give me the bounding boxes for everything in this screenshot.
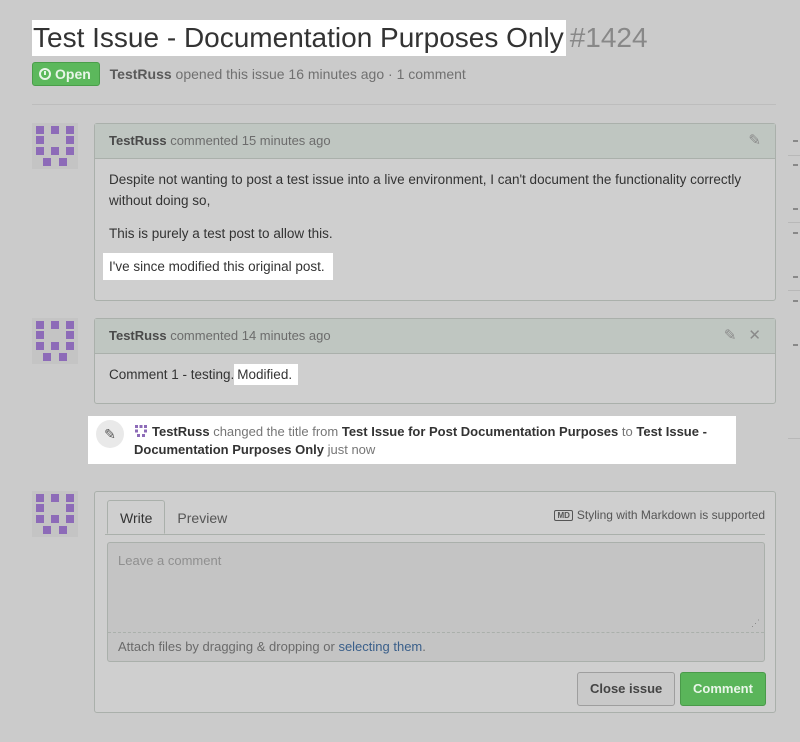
event-action: changed the title from [213, 424, 339, 439]
close-issue-button[interactable]: Close issue [577, 672, 676, 706]
tab-divider [105, 534, 765, 535]
resize-grip-icon[interactable]: ⋰ [751, 618, 760, 629]
delete-x-icon[interactable]: ✕ [748, 327, 761, 344]
avatar[interactable] [32, 318, 78, 364]
markdown-icon: MD [554, 510, 573, 521]
header-divider [32, 104, 776, 105]
status-label: Open [55, 66, 91, 82]
issue-title-row: Test Issue - Documentation Purposes Only… [32, 20, 648, 56]
comment-timestamp[interactable]: commented 14 minutes ago [170, 328, 330, 343]
sidebar-divider [788, 155, 800, 156]
avatar[interactable] [32, 123, 78, 169]
attach-text: Attach files by dragging & dropping or [118, 639, 335, 654]
comment-paragraph-highlighted: I've since modified this original post. [103, 253, 333, 280]
markdown-note-text: Styling with Markdown is supported [576, 508, 765, 522]
issue-title: Test Issue - Documentation Purposes Only [32, 20, 566, 56]
mini-identicon-icon [135, 425, 147, 437]
sidebar-edge [788, 104, 800, 524]
status-badge: Open [32, 62, 100, 86]
edit-pencil-icon[interactable]: ✎ [724, 327, 737, 344]
identicon-icon [36, 126, 74, 166]
event-actor-link[interactable]: TestRuss [152, 424, 210, 439]
issue-meta-text: TestRuss opened this issue 16 minutes ag… [110, 66, 466, 82]
issue-opened-text: opened this issue 16 minutes ago · 1 com… [175, 66, 466, 82]
comment-text: Comment 1 - testing. [109, 367, 235, 382]
event-to: to [621, 424, 633, 439]
comment-header: TestRuss commented 14 minutes ago ✎ ✕ [95, 319, 775, 354]
new-comment-form: Write Preview MD Styling with Markdown is … [94, 491, 776, 713]
comment-author-link[interactable]: TestRuss [109, 328, 167, 343]
sidebar-divider [788, 438, 800, 439]
event-time[interactable]: just now [328, 442, 376, 457]
pencil-icon: ✎ [96, 420, 124, 448]
tab-write[interactable]: Write [107, 500, 166, 534]
comment-body: Comment 1 - testing. Modified. [95, 354, 775, 395]
select-files-link[interactable]: selecting them [338, 639, 422, 654]
event-old-title: Test Issue for Post Documentation Purpos… [341, 424, 619, 439]
attach-end: . [422, 639, 426, 654]
comment-paragraph: This is purely a test post to allow this… [109, 226, 333, 241]
markdown-note[interactable]: MD Styling with Markdown is supported [554, 508, 765, 522]
comment-input[interactable] [108, 543, 764, 633]
comment-author-link[interactable]: TestRuss [109, 133, 167, 148]
comment-box: TestRuss commented 15 minutes ago ✎ Desp… [94, 123, 776, 301]
issue-number: #1424 [569, 22, 648, 53]
comment-modified-highlight: Modified. [234, 364, 299, 385]
comment-button[interactable]: Comment [680, 672, 766, 706]
comment-header: TestRuss commented 15 minutes ago ✎ [95, 124, 775, 159]
comment-paragraph: Despite not wanting to post a test issue… [109, 172, 742, 208]
comment-timestamp[interactable]: commented 15 minutes ago [170, 133, 330, 148]
tab-preview[interactable]: Preview [165, 501, 239, 535]
issue-opened-icon [39, 68, 51, 80]
identicon-icon [36, 321, 74, 361]
editor-tabs: Write Preview [107, 500, 239, 534]
comment-body: Despite not wanting to post a test issue… [95, 159, 775, 287]
issue-author-link[interactable]: TestRuss [110, 66, 172, 82]
identicon-icon [36, 494, 74, 534]
edit-pencil-icon[interactable]: ✎ [748, 132, 761, 149]
title-change-event: TestRuss changed the title from Test Iss… [88, 416, 736, 464]
issue-meta: Open TestRuss opened this issue 16 minut… [32, 62, 466, 88]
comment-textarea-wrap: ⋰ Attach files by dragging & dropping or… [107, 542, 765, 662]
sidebar-divider [788, 222, 800, 223]
comment-box: TestRuss commented 14 minutes ago ✎ ✕ Com… [94, 318, 776, 404]
avatar[interactable] [32, 491, 78, 537]
sidebar-divider [788, 290, 800, 291]
attach-files-bar[interactable]: Attach files by dragging & dropping or s… [108, 632, 764, 661]
